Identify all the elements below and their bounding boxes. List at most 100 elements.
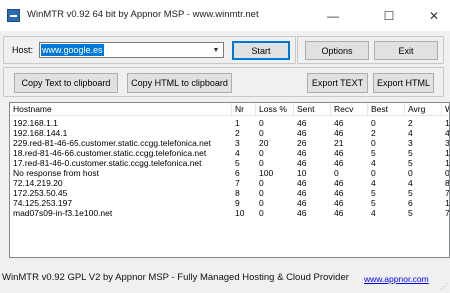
table-cell: 4 — [371, 208, 376, 218]
status-text: WinMTR v0.92 GPL V2 by Appnor MSP - Full… — [2, 272, 349, 283]
table-row[interactable]: No response from host 6 100 10 0 0 0 0 — [10, 168, 449, 178]
table-cell: 0 — [259, 208, 264, 218]
table-cell: 100 — [259, 168, 274, 178]
table-cell: 4 — [371, 178, 376, 188]
table-cell: 1 — [235, 118, 240, 128]
table-cell: 6 — [235, 168, 240, 178]
table-cell: 0 — [371, 168, 376, 178]
table-cell: 0 — [371, 118, 376, 128]
column-header-recv[interactable]: Recv — [331, 103, 368, 116]
table-cell: 5 — [408, 188, 413, 198]
table-cell: 5 — [371, 148, 376, 158]
table-cell: mad07s09-in-f3.1e100.net — [13, 208, 113, 218]
table-row[interactable]: 17.red-81-46-0.customer.static.ccgg.tele… — [10, 158, 449, 168]
table-cell: 46 — [297, 158, 307, 168]
table-cell: 0 — [445, 168, 450, 178]
table-cell: 46 — [334, 208, 344, 218]
column-header-sent[interactable]: Sent — [294, 103, 331, 116]
table-cell: 46 — [297, 188, 307, 198]
table-row[interactable]: 72.14.219.20 7 0 46 46 4 4 8 — [10, 178, 449, 188]
table-cell: 5 — [408, 208, 413, 218]
table-row[interactable]: 18.red-81-46-66.customer.static.ccgg.tel… — [10, 148, 449, 158]
column-header-worst[interactable]: W — [442, 103, 449, 116]
table-row[interactable]: 229.red-81-46-65.customer.static.ccgg.te… — [10, 138, 449, 148]
table-cell: 2 — [408, 118, 413, 128]
table-row[interactable]: mad07s09-in-f3.1e100.net 10 0 46 46 4 5 7 — [10, 208, 449, 218]
table-cell: 1 — [445, 118, 450, 128]
column-header-best[interactable]: Best — [368, 103, 405, 116]
host-input[interactable]: www.google.es — [41, 44, 104, 56]
copy-html-button[interactable]: Copy HTML to clipboard — [127, 73, 232, 93]
table-row[interactable]: 74.125.253.197 9 0 46 46 5 6 1 — [10, 198, 449, 208]
table-cell: 4 — [235, 148, 240, 158]
window-title: WinMTR v0.92 64 bit by Appnor MSP - www.… — [27, 9, 259, 20]
table-cell: 10 — [297, 168, 307, 178]
table-cell: 1 — [445, 198, 450, 208]
close-button[interactable]: ✕ — [418, 0, 450, 31]
table-cell: 26 — [297, 138, 307, 148]
table-cell: 0 — [259, 148, 264, 158]
results-table[interactable]: Hostname Nr Loss % Sent Recv Best Avrg W… — [9, 102, 450, 258]
table-cell: 192.168.144.1 — [13, 128, 68, 138]
export-text-button[interactable]: Export TEXT — [307, 73, 368, 93]
maximize-button[interactable]: ☐ — [366, 0, 412, 31]
app-icon — [7, 9, 20, 22]
status-bar: WinMTR v0.92 GPL V2 by Appnor MSP - Full… — [0, 265, 450, 293]
table-cell: 7 — [445, 188, 450, 198]
table-cell: 3 — [235, 138, 240, 148]
table-cell: 74.125.253.197 — [13, 198, 73, 208]
table-cell: 46 — [297, 128, 307, 138]
table-cell: 0 — [371, 138, 376, 148]
table-cell: 7 — [235, 178, 240, 188]
title-bar[interactable]: WinMTR v0.92 64 bit by Appnor MSP - www.… — [0, 0, 450, 31]
table-cell: 192.168.1.1 — [13, 118, 58, 128]
appnor-link[interactable]: www.appnor.com — [364, 274, 429, 284]
column-header-loss[interactable]: Loss % — [256, 103, 294, 116]
table-cell: 7 — [445, 208, 450, 218]
table-cell: 46 — [334, 158, 344, 168]
table-cell: 46 — [334, 148, 344, 158]
table-row[interactable]: 192.168.144.1 2 0 46 46 2 4 4 — [10, 128, 449, 138]
table-cell: 18.red-81-46-66.customer.static.ccgg.tel… — [13, 148, 207, 158]
table-cell: 1 — [445, 158, 450, 168]
column-header-nr[interactable]: Nr — [232, 103, 256, 116]
table-cell: 0 — [259, 118, 264, 128]
export-html-button[interactable]: Export HTML — [373, 73, 434, 93]
column-header-hostname[interactable]: Hostname — [10, 103, 232, 116]
table-cell: 0 — [334, 168, 339, 178]
resize-grip-icon[interactable]: ⋰ — [440, 283, 448, 291]
table-row[interactable]: 172.253.50.45 8 0 46 46 5 5 7 — [10, 188, 449, 198]
table-cell: 9 — [235, 198, 240, 208]
column-header-avrg[interactable]: Avrg — [405, 103, 442, 116]
table-cell: 8 — [235, 188, 240, 198]
table-cell: 46 — [297, 198, 307, 208]
table-cell: 5 — [371, 198, 376, 208]
host-combobox[interactable]: www.google.es ▼ — [39, 42, 224, 58]
table-cell: 46 — [297, 118, 307, 128]
table-cell: 8 — [445, 178, 450, 188]
host-label: Host: — [12, 45, 34, 55]
table-cell: 0 — [259, 158, 264, 168]
table-cell: 5 — [235, 158, 240, 168]
copy-text-button[interactable]: Copy Text to clipboard — [14, 73, 118, 93]
table-cell: 21 — [334, 138, 344, 148]
table-cell: 229.red-81-46-65.customer.static.ccgg.te… — [13, 138, 211, 148]
table-cell: 3 — [408, 138, 413, 148]
table-cell: 46 — [334, 118, 344, 128]
table-cell: 5 — [371, 188, 376, 198]
exit-button[interactable]: Exit — [374, 41, 438, 60]
chevron-down-icon[interactable]: ▼ — [209, 43, 223, 57]
table-cell: 172.253.50.45 — [13, 188, 68, 198]
table-cell: 5 — [408, 158, 413, 168]
start-button[interactable]: Start — [232, 41, 290, 60]
table-cell: 2 — [235, 128, 240, 138]
minimize-button[interactable]: — — [310, 0, 356, 31]
table-cell: 0 — [259, 198, 264, 208]
table-row[interactable]: 192.168.1.1 1 0 46 46 0 2 1 — [10, 118, 449, 128]
table-cell: 0 — [259, 188, 264, 198]
table-cell: 5 — [408, 148, 413, 158]
table-cell: 3 — [445, 138, 450, 148]
table-cell: 72.14.219.20 — [13, 178, 63, 188]
options-button[interactable]: Options — [305, 41, 369, 60]
table-cell: 10 — [235, 208, 245, 218]
